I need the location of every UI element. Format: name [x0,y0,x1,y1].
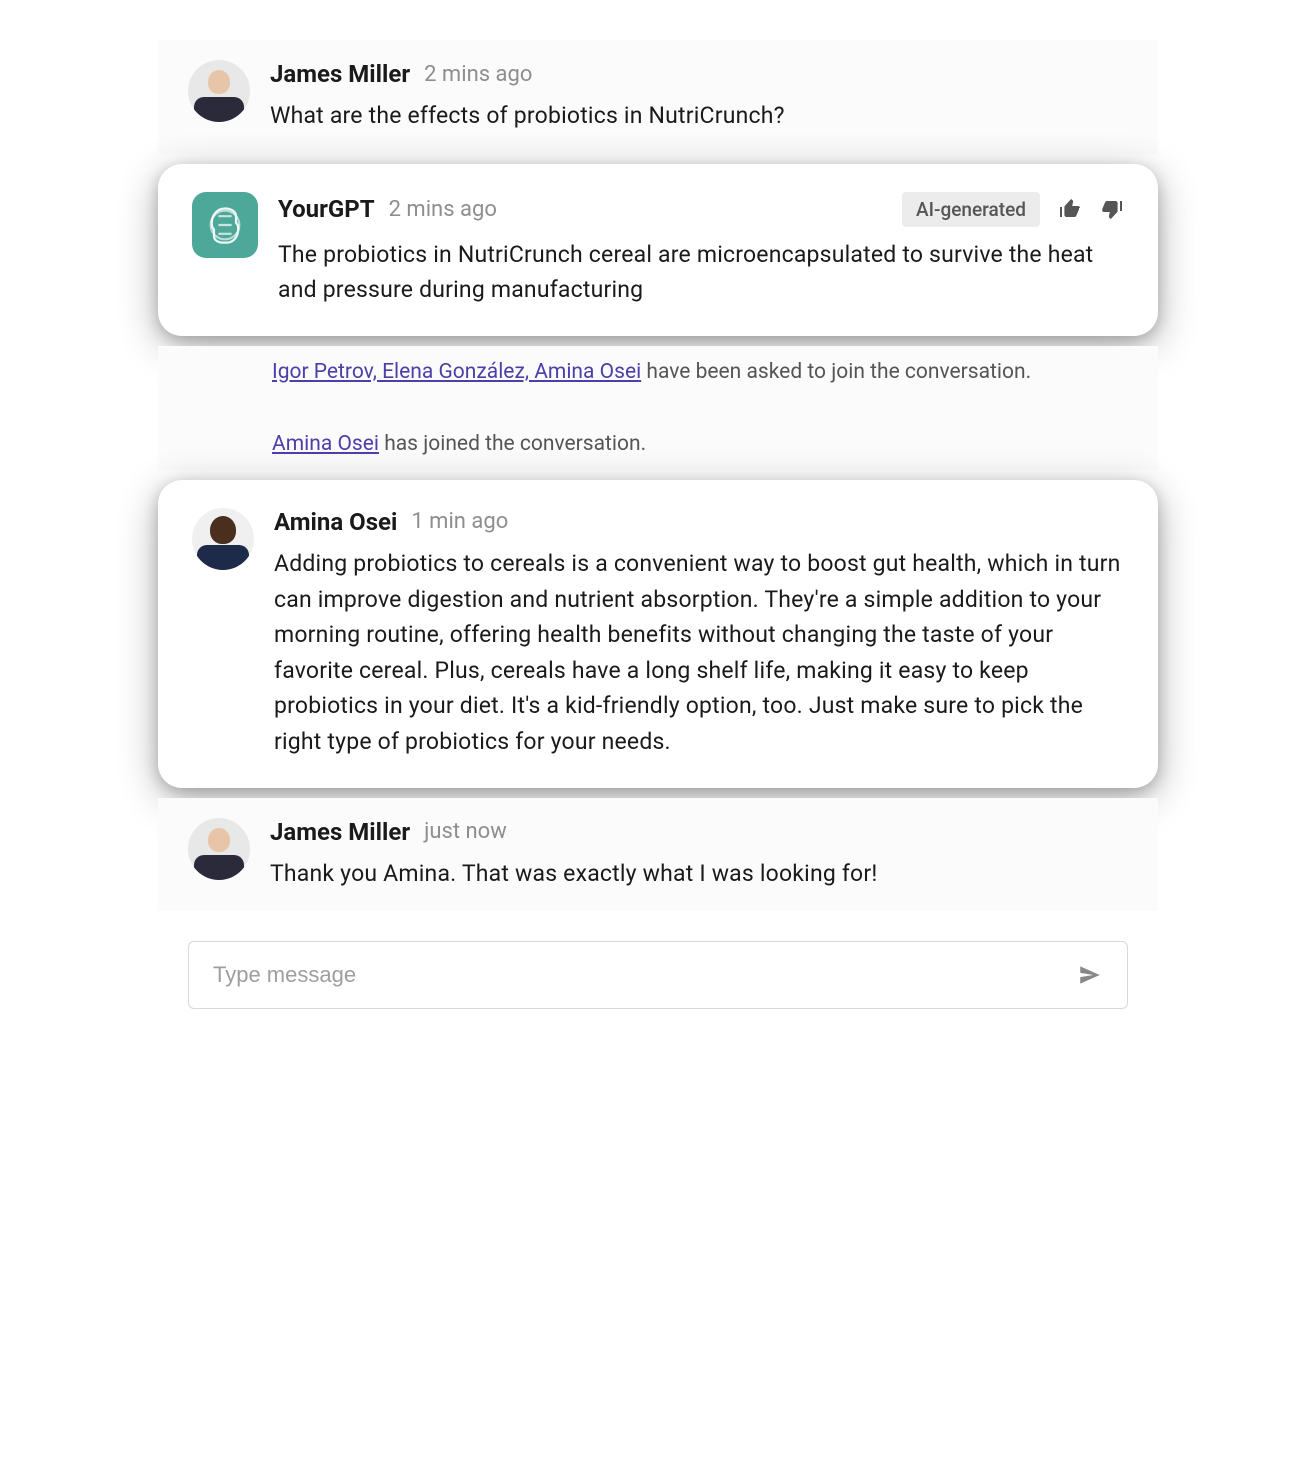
thumbs-up-icon[interactable] [1058,197,1082,221]
author-name: James Miller [270,818,410,846]
message-content: James Miller just now Thank you Amina. T… [270,818,1128,892]
message-item: James Miller just now Thank you Amina. T… [158,798,1158,912]
timestamp: just now [424,819,507,844]
message-text: Thank you Amina. That was exactly what I… [270,856,1128,892]
input-area [158,941,1158,1009]
avatar-ai [192,192,258,258]
joined-user-link[interactable]: Amina Osei [272,432,379,456]
avatar [192,508,254,570]
chat-container: James Miller 2 mins ago What are the eff… [158,40,1158,1009]
send-icon[interactable] [1077,962,1103,988]
message-item: Amina Osei 1 min ago Adding probiotics t… [158,480,1158,788]
join-suffix: has joined the conversation. [379,432,646,456]
author-name: Amina Osei [274,508,397,536]
message-input-container[interactable] [188,941,1128,1009]
timestamp: 2 mins ago [424,62,532,87]
message-text: The probiotics in NutriCrunch cereal are… [278,237,1124,308]
invited-users-link[interactable]: Igor Petrov, Elena González, Amina Osei [272,360,641,384]
message-text: What are the effects of probiotics in Nu… [270,98,1128,134]
message-input[interactable] [213,962,1077,988]
message-text: Adding probiotics to cereals is a conven… [274,546,1124,760]
system-message-invite: Igor Petrov, Elena González, Amina Osei … [158,346,1158,398]
gpt-logo-icon [203,203,247,247]
message-item: James Miller 2 mins ago What are the eff… [158,40,1158,154]
avatar [188,60,250,122]
thumbs-down-icon[interactable] [1100,197,1124,221]
timestamp: 2 mins ago [389,197,497,222]
message-item-ai: YourGPT 2 mins ago AI-generated The prob… [158,164,1158,336]
author-name: YourGPT [278,195,375,223]
system-message-join: Amina Osei has joined the conversation. [158,418,1158,470]
author-name: James Miller [270,60,410,88]
invite-suffix: have been asked to join the conversation… [641,360,1031,384]
message-content: James Miller 2 mins ago What are the eff… [270,60,1128,134]
avatar [188,818,250,880]
message-content: YourGPT 2 mins ago AI-generated The prob… [278,192,1124,308]
timestamp: 1 min ago [411,509,508,534]
message-content: Amina Osei 1 min ago Adding probiotics t… [274,508,1124,760]
ai-badge: AI-generated [902,192,1040,227]
